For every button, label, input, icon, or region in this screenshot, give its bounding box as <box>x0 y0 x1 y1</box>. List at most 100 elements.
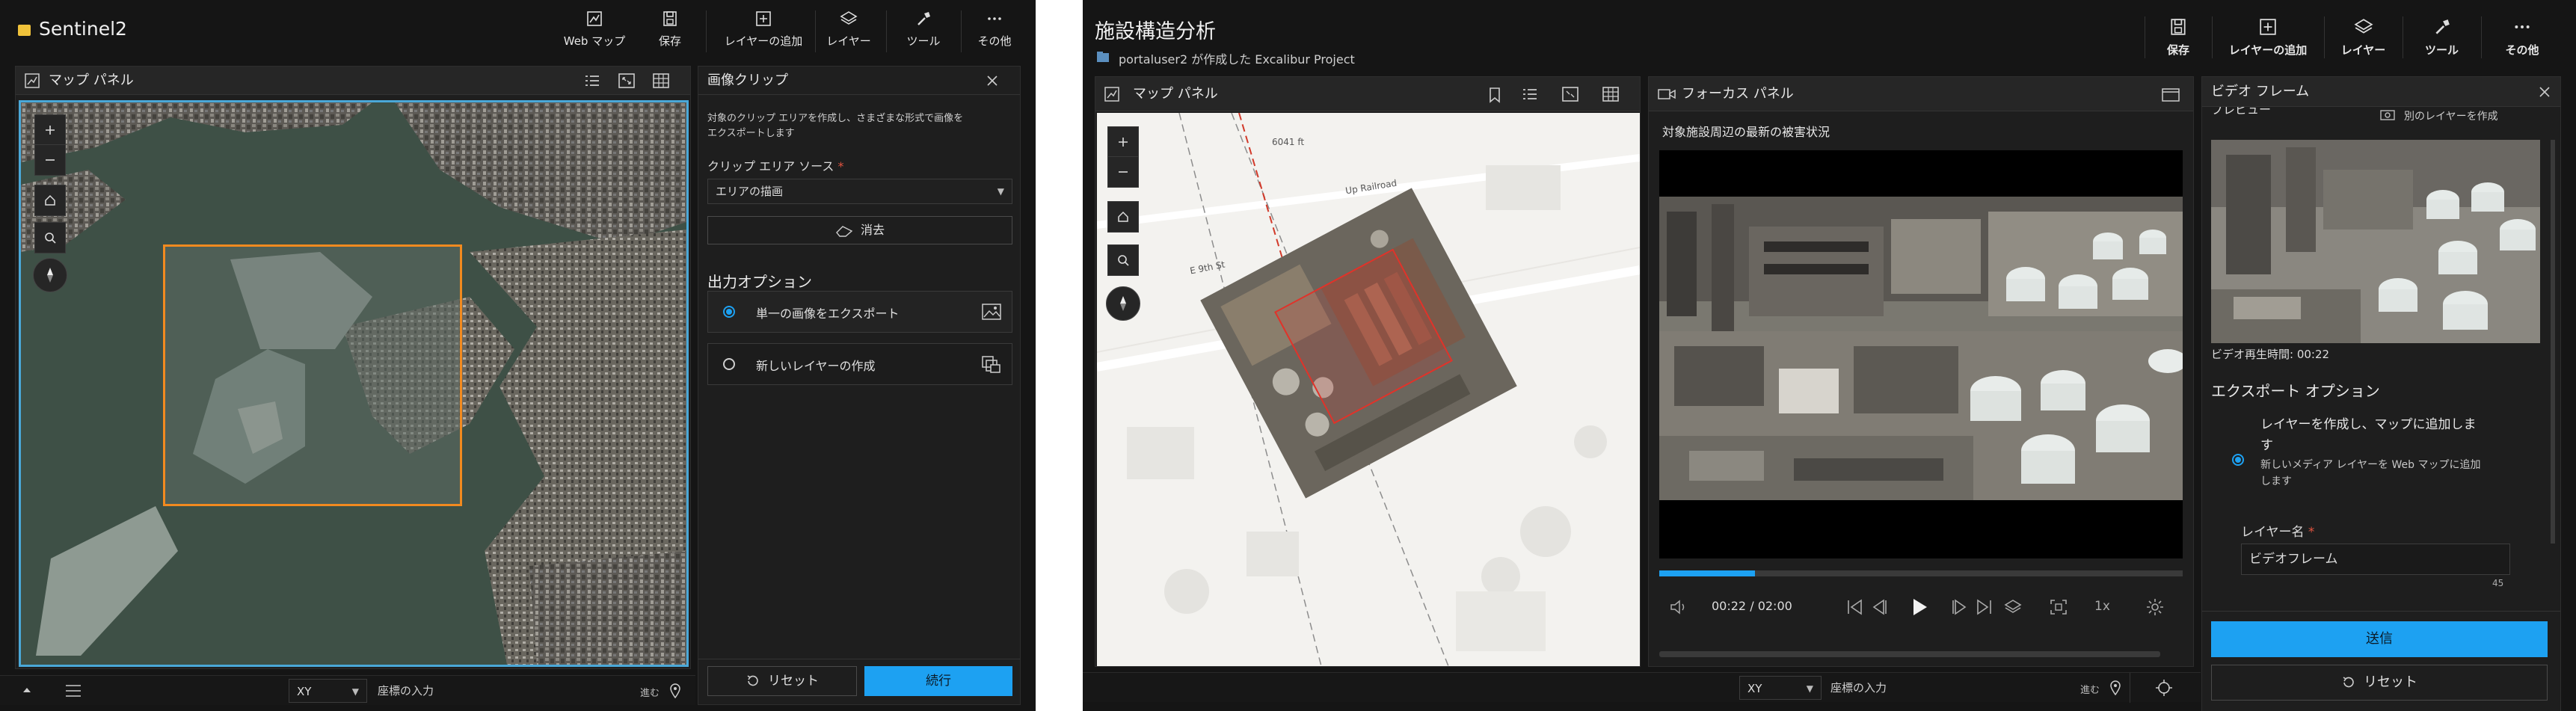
other-layer-label[interactable]: 別のレイヤーを作成 <box>2404 108 2498 123</box>
search-button[interactable] <box>34 222 66 253</box>
basemap-view[interactable]: 6041 ft Up Railroad E 9th St <box>1097 113 1640 666</box>
more-button[interactable]: その他 <box>961 10 1028 49</box>
map-panel-header: マップ パネル <box>16 67 690 95</box>
webmap-button[interactable]: Web マップ <box>553 10 636 49</box>
add-layer-icon <box>756 11 771 26</box>
footer-divider <box>2202 611 2560 612</box>
home-button[interactable] <box>34 185 66 216</box>
reset-button[interactable]: リセット <box>2211 665 2548 701</box>
radio-single-image[interactable] <box>723 306 735 318</box>
grid-icon[interactable] <box>653 73 669 88</box>
option-new-layer-label: 新しいレイヤーの作成 <box>756 359 876 373</box>
save-icon <box>2171 19 2186 35</box>
vertical-scrollbar[interactable] <box>2551 140 2555 544</box>
radio-new-layer[interactable] <box>723 358 735 370</box>
eraser-icon <box>836 225 853 237</box>
crosshair-icon[interactable] <box>2155 679 2173 697</box>
settings-icon[interactable] <box>2145 597 2165 617</box>
layers-button[interactable]: レイヤー <box>815 10 882 49</box>
zoom-controls <box>1107 126 1139 188</box>
skip-back-icon[interactable] <box>1846 599 1864 615</box>
video-frame-image <box>1659 197 2183 500</box>
zoom-out-button[interactable] <box>1108 157 1138 187</box>
clip-area-rectangle[interactable] <box>163 244 462 506</box>
output-options-title: 出力オプション <box>707 273 812 291</box>
clear-button[interactable]: 消去 <box>707 216 1012 244</box>
map-footer: XY ▼ 座標の入力 進む <box>0 675 695 705</box>
close-icon[interactable] <box>986 75 998 87</box>
option-single-image[interactable]: 単一の画像をエクスポート <box>707 291 1012 333</box>
expand-icon[interactable] <box>1562 87 1579 102</box>
tools-button[interactable]: ツール <box>2406 18 2477 58</box>
zoom-out-button[interactable] <box>35 145 65 175</box>
layers-icon[interactable] <box>2003 599 2023 615</box>
volume-icon[interactable] <box>1670 599 1689 615</box>
layer-name-input[interactable]: ビデオフレーム <box>2241 544 2510 575</box>
home-icon <box>45 194 55 206</box>
coord-system-select[interactable]: XY ▼ <box>289 679 367 703</box>
add-layer-button[interactable]: レイヤーの追加 <box>2216 18 2320 58</box>
coord-input[interactable]: 座標の入力 <box>1830 676 1887 700</box>
go-label[interactable]: 進む <box>2080 682 2100 696</box>
zoom-in-button[interactable] <box>1108 127 1138 157</box>
playback-speed[interactable]: 1x <box>2094 599 2110 614</box>
close-icon[interactable] <box>2539 86 2551 98</box>
bookmark-icon[interactable] <box>1489 87 1501 103</box>
compass-button[interactable] <box>33 258 67 292</box>
go-label[interactable]: 進む <box>640 685 660 699</box>
option-new-layer[interactable]: 新しいレイヤーの作成 <box>707 343 1012 385</box>
send-label: 送信 <box>2366 631 2393 647</box>
toolbar-divider <box>886 10 887 52</box>
image-clip-header: 画像クリップ <box>698 67 1020 95</box>
continue-button[interactable]: 続行 <box>864 666 1012 696</box>
clip-source-select[interactable]: エリアの描画 ▼ <box>707 179 1012 204</box>
video-player[interactable] <box>1659 150 2183 558</box>
add-layer-button[interactable]: レイヤーの追加 <box>715 10 812 49</box>
coord-system-select[interactable]: XY ▼ <box>1739 676 1822 700</box>
location-pin-icon[interactable] <box>670 683 680 698</box>
location-pin-icon[interactable] <box>2110 680 2121 695</box>
app-subtitle: portaluser2 が作成した Excalibur Project <box>1119 52 1355 67</box>
menu-icon[interactable] <box>64 683 82 698</box>
step-forward-icon[interactable] <box>1951 599 1969 615</box>
radio-create-layer[interactable] <box>2232 454 2244 466</box>
more-label: その他 <box>977 34 1012 48</box>
layers-button[interactable]: レイヤー <box>2328 18 2399 58</box>
collapse-up-icon[interactable] <box>22 686 31 694</box>
save-button[interactable]: 保存 <box>629 10 711 49</box>
horizontal-scrollbar[interactable] <box>1659 651 2160 657</box>
window-icon[interactable] <box>2162 88 2180 102</box>
send-button[interactable]: 送信 <box>2211 621 2548 657</box>
toolbar-divider <box>2212 16 2213 58</box>
grid-icon[interactable] <box>1602 87 1619 102</box>
save-label: 保存 <box>2166 43 2189 57</box>
list-icon[interactable] <box>1522 87 1538 102</box>
reset-label: リセット <box>768 674 819 689</box>
more-button[interactable]: その他 <box>2485 18 2560 58</box>
video-controls: 00:22 / 02:00 1x <box>1659 591 2183 621</box>
focus-caption: 対象施設周辺の最新の被害状況 <box>1662 125 1830 139</box>
coord-input[interactable]: 座標の入力 <box>378 679 434 703</box>
tools-button[interactable]: ツール <box>890 10 957 49</box>
fit-frame-icon[interactable] <box>2050 599 2068 615</box>
skip-forward-icon[interactable] <box>1975 599 1993 615</box>
satellite-map[interactable] <box>19 100 689 667</box>
search-button[interactable] <box>1107 244 1139 276</box>
zoom-controls <box>34 114 66 176</box>
reset-icon <box>747 675 758 686</box>
home-button[interactable] <box>1107 201 1139 233</box>
list-icon[interactable] <box>584 73 600 88</box>
step-back-icon[interactable] <box>1870 599 1888 615</box>
compass-button[interactable] <box>1106 286 1140 321</box>
play-icon[interactable] <box>1911 597 1928 617</box>
save-button[interactable]: 保存 <box>2148 18 2208 58</box>
zoom-in-button[interactable] <box>35 115 65 145</box>
map-panel-title: マップ パネル <box>49 73 134 88</box>
reset-button[interactable]: リセット <box>707 666 857 696</box>
video-time: 00:22 / 02:00 <box>1712 599 1792 613</box>
toolbar-divider <box>706 10 707 52</box>
plus-icon <box>1119 137 1128 147</box>
expand-icon[interactable] <box>618 73 635 88</box>
more-label: その他 <box>2505 43 2539 57</box>
video-progress-track[interactable] <box>1659 570 2183 576</box>
